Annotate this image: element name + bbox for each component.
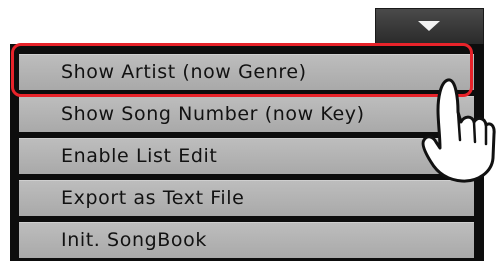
menu-item-export-text-file[interactable]: Export as Text File [19, 180, 474, 216]
menu-item-label: Show Artist (now Genre) [61, 61, 307, 83]
menu-dropdown-button[interactable] [375, 8, 484, 44]
page-menu: Show Artist (now Genre) Show Song Number… [10, 44, 484, 261]
menu-item-label: Show Song Number (now Key) [61, 103, 365, 125]
menu-item-init-songbook[interactable]: Init. SongBook [19, 222, 474, 258]
hand-pointer-icon [421, 78, 496, 183]
menu-item-show-artist[interactable]: Show Artist (now Genre) [19, 54, 474, 90]
menu-item-label: Enable List Edit [61, 145, 218, 167]
menu-item-enable-list-edit[interactable]: Enable List Edit [19, 138, 474, 174]
triangle-down-icon [418, 21, 440, 31]
menu-item-label: Init. SongBook [61, 229, 207, 251]
menu-item-show-song-number[interactable]: Show Song Number (now Key) [19, 96, 474, 132]
menu-item-label: Export as Text File [61, 187, 245, 209]
